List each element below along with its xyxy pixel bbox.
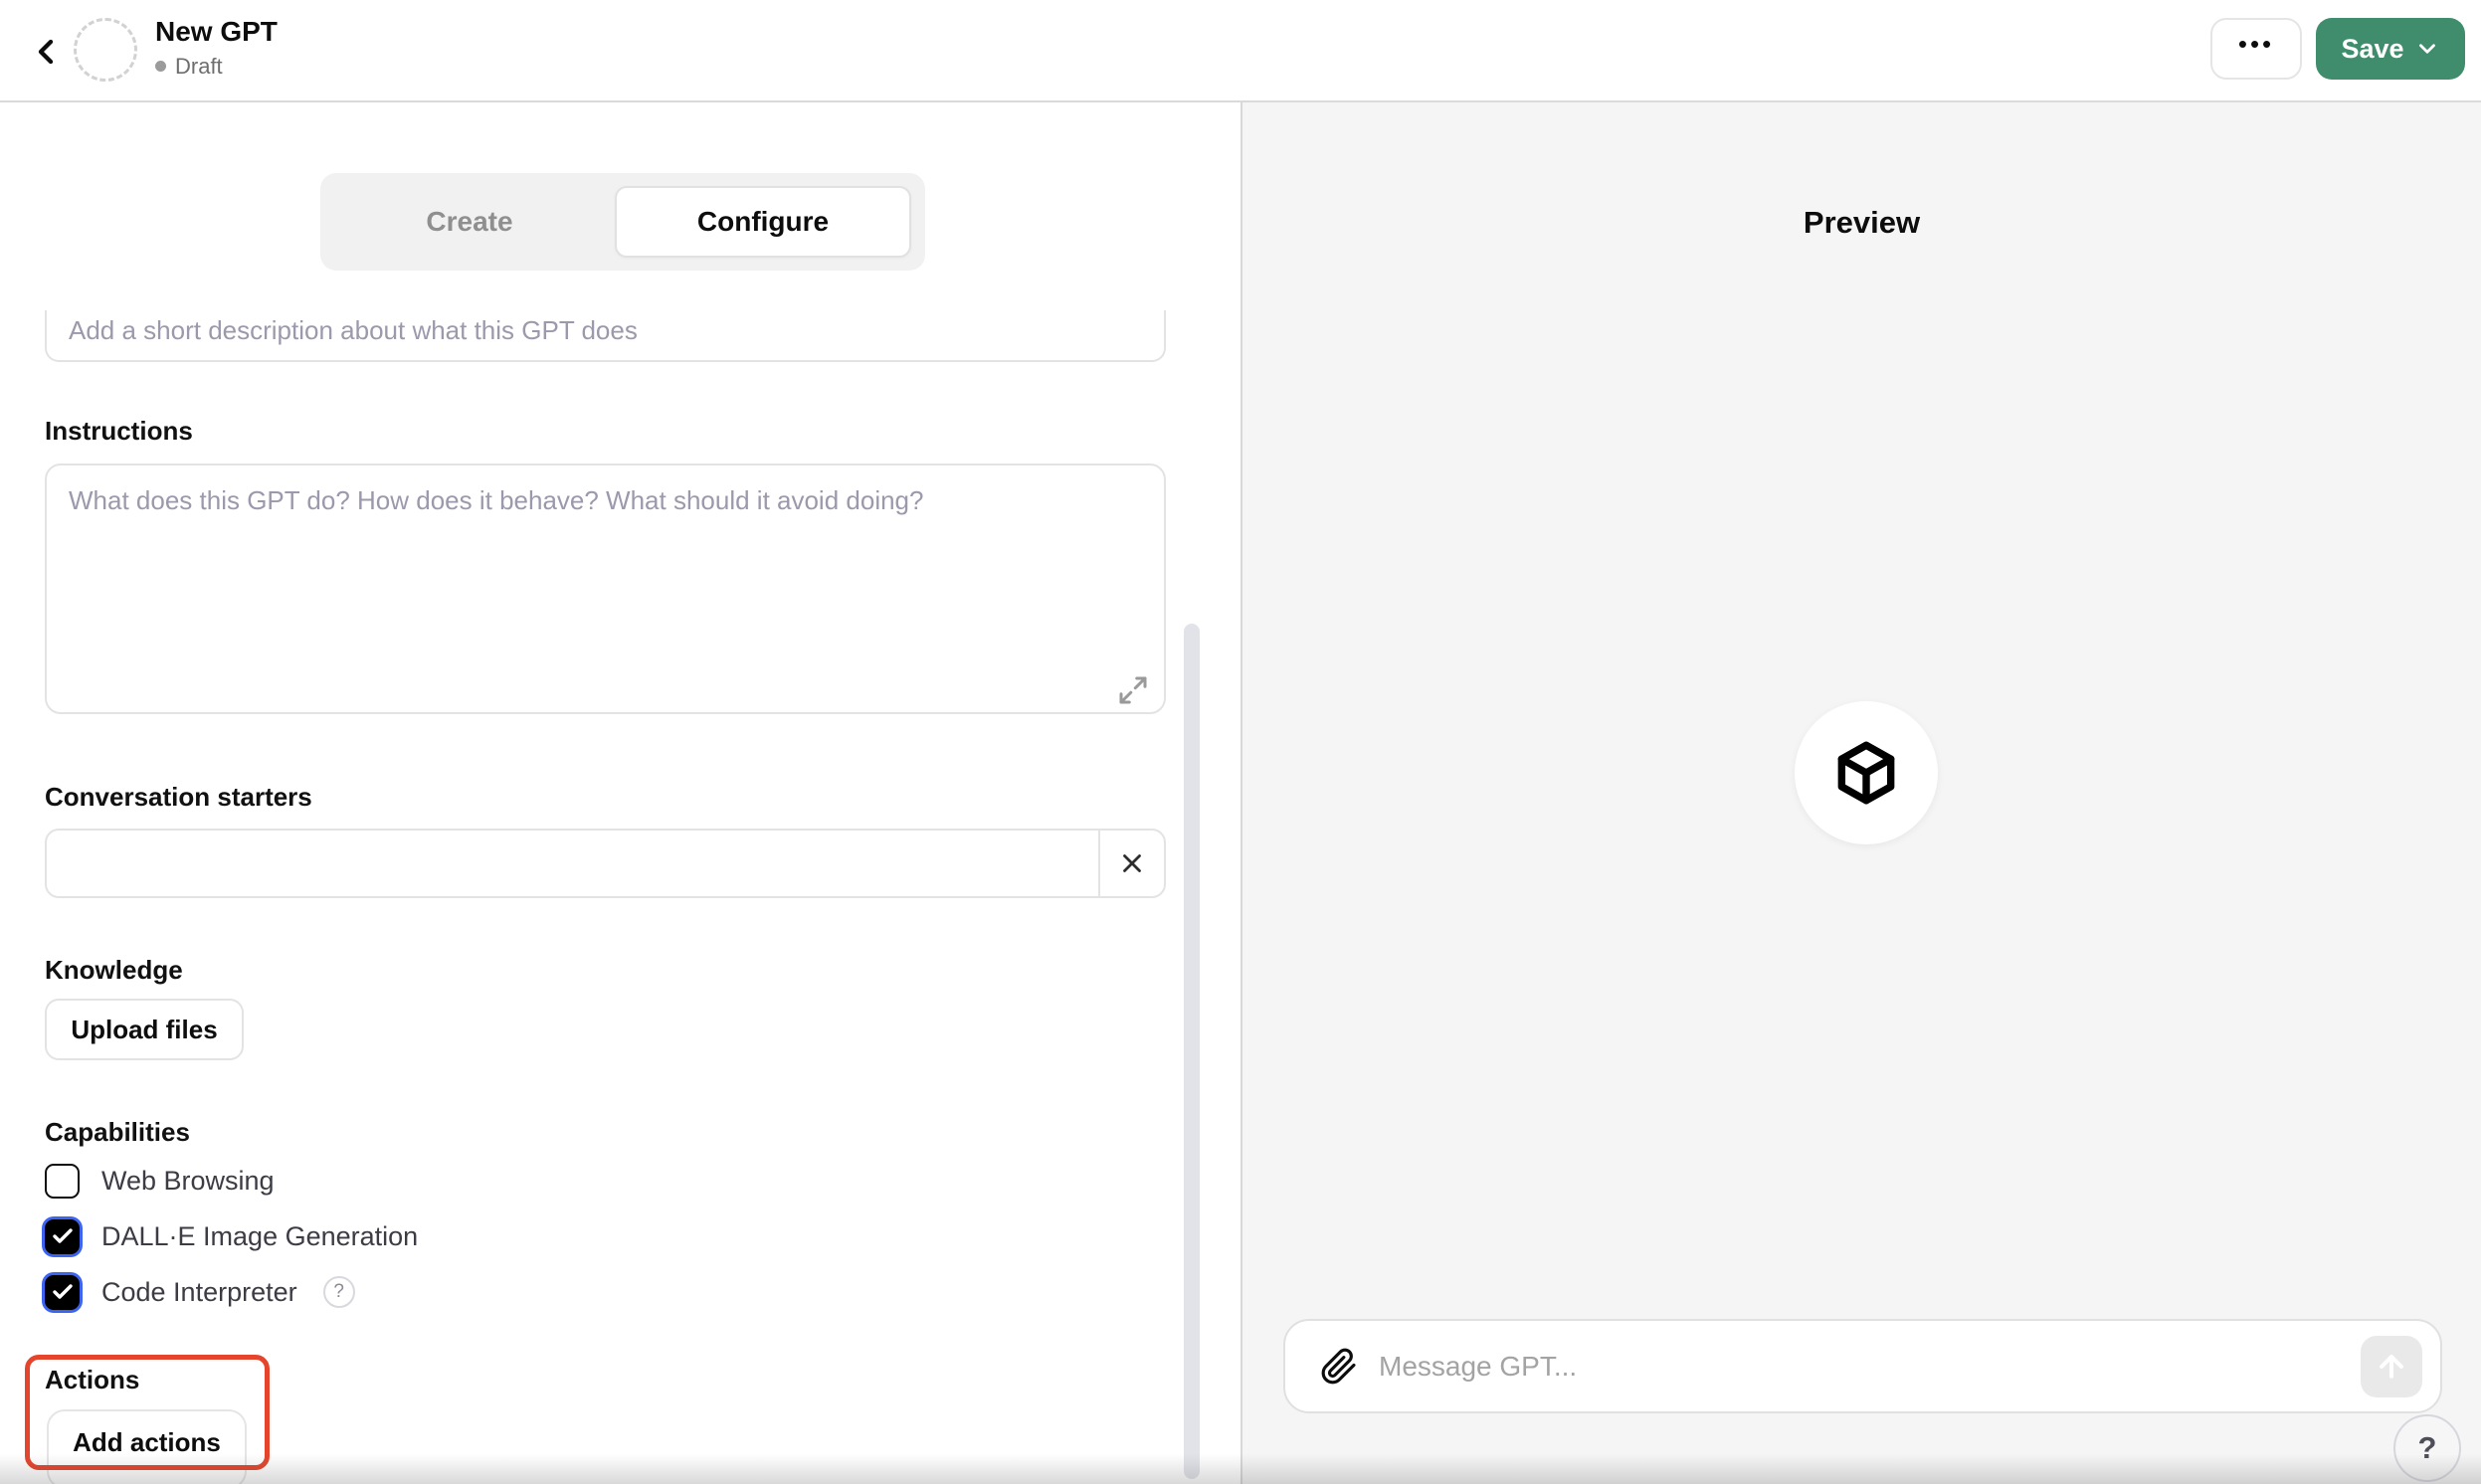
instructions-label: Instructions xyxy=(45,416,193,446)
ellipsis-icon: ••• xyxy=(2237,28,2275,59)
save-button[interactable]: Save xyxy=(2316,18,2465,80)
more-options-button[interactable]: ••• xyxy=(2210,18,2302,80)
panel-divider xyxy=(1240,102,1242,1484)
capability-label: Code Interpreter xyxy=(101,1276,297,1307)
back-button[interactable] xyxy=(22,28,70,76)
paperclip-icon xyxy=(1321,1348,1356,1384)
description-input[interactable]: Add a short description about what this … xyxy=(45,310,1166,362)
cube-icon xyxy=(1837,741,1895,805)
draft-status-dot xyxy=(155,61,166,73)
preview-panel: Preview ? xyxy=(1242,102,2481,1484)
title-block: New GPT Draft xyxy=(155,15,278,80)
scrollbar-thumb[interactable] xyxy=(1184,624,1200,1479)
page-title: New GPT xyxy=(155,16,278,47)
capability-code-interpreter[interactable]: Code Interpreter ? xyxy=(45,1273,355,1311)
tab-configure[interactable]: Configure xyxy=(615,186,911,258)
expand-button[interactable] xyxy=(1112,669,1154,711)
chevron-down-icon xyxy=(2418,44,2435,54)
tab-switcher: Create Configure xyxy=(320,173,925,271)
clear-starter-button[interactable] xyxy=(1098,831,1164,896)
attach-button[interactable] xyxy=(1317,1345,1361,1389)
checkbox-code-interpreter[interactable] xyxy=(45,1274,80,1310)
draft-status-text: Draft xyxy=(175,53,223,79)
gpt-avatar-placeholder[interactable] xyxy=(74,18,137,82)
capabilities-label: Capabilities xyxy=(45,1117,190,1147)
actions-label: Actions xyxy=(45,1365,140,1394)
starters-label: Conversation starters xyxy=(45,782,312,812)
save-label: Save xyxy=(2341,33,2404,64)
capability-label: Web Browsing xyxy=(101,1165,275,1196)
preview-title: Preview xyxy=(1803,205,1921,240)
message-bar xyxy=(1283,1319,2442,1413)
tab-create[interactable]: Create xyxy=(320,173,619,271)
upload-files-button[interactable]: Upload files xyxy=(45,999,244,1060)
instructions-textarea[interactable]: What does this GPT do? How does it behav… xyxy=(45,464,1166,714)
conversation-starter-row xyxy=(45,829,1166,898)
send-button[interactable] xyxy=(2361,1335,2422,1397)
check-icon xyxy=(52,1284,73,1299)
add-actions-button[interactable]: Add actions xyxy=(47,1409,247,1484)
capability-label: DALL·E Image Generation xyxy=(101,1220,419,1251)
editor-panel: Create Configure Add a short description… xyxy=(0,102,1240,1484)
arrow-up-icon xyxy=(2380,1354,2403,1379)
expand-icon xyxy=(1119,676,1147,704)
top-header: New GPT Draft ••• Save xyxy=(0,0,2481,102)
help-icon[interactable]: ? xyxy=(322,1276,355,1308)
check-icon xyxy=(52,1228,73,1243)
close-icon xyxy=(1123,854,1141,872)
gpt-logo-circle xyxy=(1795,701,1938,844)
chevron-left-icon xyxy=(38,39,54,65)
knowledge-label: Knowledge xyxy=(45,955,183,985)
capability-dalle[interactable]: DALL·E Image Generation xyxy=(45,1217,418,1255)
checkbox-web-browsing[interactable] xyxy=(45,1163,80,1199)
capability-web-browsing[interactable]: Web Browsing xyxy=(45,1162,275,1200)
help-button[interactable]: ? xyxy=(2393,1414,2461,1482)
starter-input[interactable] xyxy=(47,831,1098,896)
checkbox-dalle[interactable] xyxy=(45,1218,80,1254)
message-input[interactable] xyxy=(1361,1350,2361,1383)
